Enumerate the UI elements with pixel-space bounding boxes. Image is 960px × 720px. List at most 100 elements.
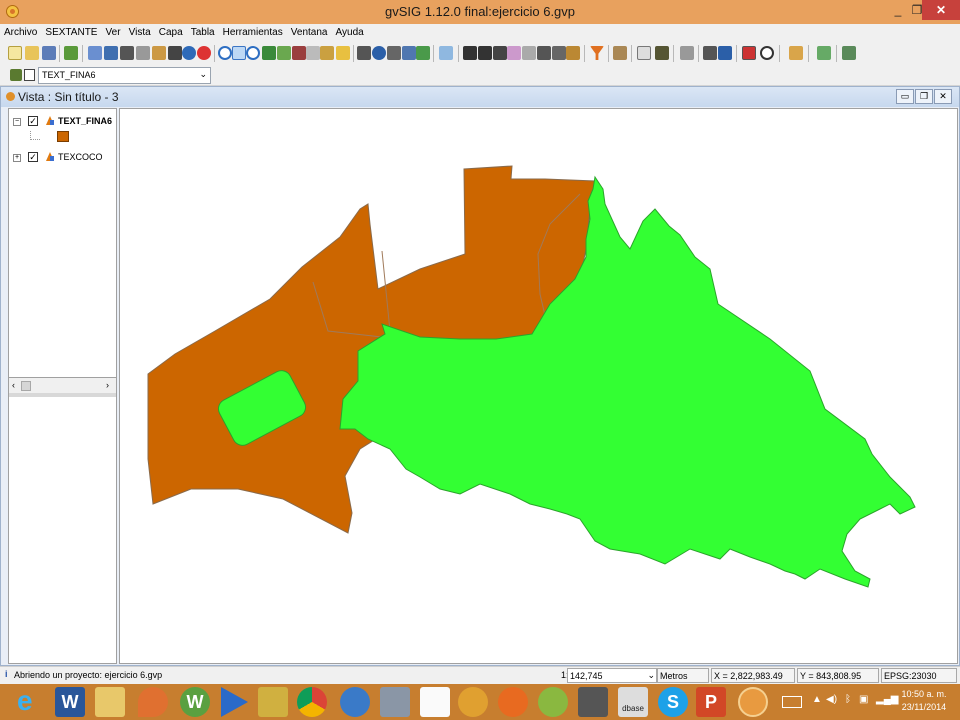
view-restore-button[interactable]: ❐ xyxy=(915,89,933,104)
layer-edit-icon[interactable] xyxy=(10,69,22,81)
magnifier-icon[interactable] xyxy=(760,46,774,60)
menu-sextante[interactable]: SEXTANTE xyxy=(42,24,99,38)
locator-icon[interactable] xyxy=(336,46,350,60)
word-alt-icon[interactable]: W xyxy=(180,687,210,717)
next-extent-icon[interactable] xyxy=(320,46,334,60)
bluetooth-icon[interactable]: ᛒ xyxy=(845,694,851,705)
chevron-down-icon[interactable]: ⌄ xyxy=(647,670,655,681)
menu-ver[interactable]: Ver xyxy=(103,24,123,38)
select-polygon-icon[interactable] xyxy=(493,46,507,60)
scroll-right-icon[interactable]: › xyxy=(106,380,109,390)
toc-splitter[interactable] xyxy=(9,393,116,397)
scale-field[interactable]: 142,745 ⌄ xyxy=(567,668,657,683)
table-icon[interactable] xyxy=(136,46,150,60)
new-file-icon[interactable] xyxy=(8,46,22,60)
clear-selection-icon[interactable] xyxy=(552,46,566,60)
filter-icon[interactable] xyxy=(590,46,604,60)
collapse-icon[interactable]: − xyxy=(13,118,21,126)
previous-extent-icon[interactable] xyxy=(306,46,320,60)
skype-icon[interactable]: S xyxy=(658,687,688,717)
find-icon[interactable] xyxy=(718,46,732,60)
map-canvas[interactable] xyxy=(119,108,958,664)
raster-icon[interactable] xyxy=(742,46,756,60)
layer-visibility-checkbox[interactable]: ✓ xyxy=(28,116,38,126)
menu-tabla[interactable]: Tabla xyxy=(188,24,217,38)
select-rect-icon[interactable] xyxy=(478,46,492,60)
menu-capa[interactable]: Capa xyxy=(156,24,185,38)
sextante-app-icon[interactable] xyxy=(458,687,488,717)
layers-icon[interactable] xyxy=(104,46,118,60)
stop-icon[interactable] xyxy=(197,46,211,60)
help-icon[interactable] xyxy=(182,46,196,60)
zoom-out-icon[interactable] xyxy=(246,46,260,60)
firefox-icon[interactable] xyxy=(498,687,528,717)
maps-icon[interactable] xyxy=(138,687,168,717)
powerpoint-icon[interactable]: P xyxy=(696,687,726,717)
pan-icon[interactable] xyxy=(277,46,291,60)
invert-selection-icon[interactable] xyxy=(537,46,551,60)
toc-horizontal-scrollbar[interactable]: ‹ › xyxy=(9,377,116,393)
search-attrib-icon[interactable] xyxy=(566,46,580,60)
save-icon[interactable] xyxy=(42,46,56,60)
system-clock[interactable]: 10:50 a. m. 23/11/2014 xyxy=(896,688,952,714)
view-close-button[interactable]: ✕ xyxy=(934,89,952,104)
calculator-icon[interactable] xyxy=(380,687,410,717)
zoom-layer-icon[interactable] xyxy=(292,46,306,60)
menu-herramientas[interactable]: Herramientas xyxy=(220,24,285,38)
export-icon[interactable] xyxy=(817,46,831,60)
exit-tool-icon[interactable] xyxy=(842,46,856,60)
sextante-icon[interactable] xyxy=(64,46,78,60)
hyperlink-icon[interactable] xyxy=(402,46,416,60)
select-all-icon[interactable] xyxy=(522,46,536,60)
zoom-box-icon[interactable] xyxy=(232,46,246,60)
full-extent-icon[interactable] xyxy=(262,46,276,60)
dbase-icon[interactable]: dbase xyxy=(618,687,648,717)
grid-icon[interactable] xyxy=(637,46,651,60)
edition-icon[interactable] xyxy=(789,46,803,60)
layer-table-icon[interactable] xyxy=(24,69,35,81)
graphic-icon[interactable] xyxy=(416,46,430,60)
qgis-icon[interactable] xyxy=(538,687,568,717)
add-layer-icon[interactable] xyxy=(88,46,102,60)
menu-ventana[interactable]: Ventana xyxy=(288,24,330,38)
toc-layer-text-fina6[interactable]: − ✓ TEXT_FINA6 xyxy=(9,115,114,129)
gvsig-icon[interactable] xyxy=(738,687,768,717)
print-icon[interactable] xyxy=(168,46,182,60)
keyboard-icon[interactable] xyxy=(782,696,802,708)
scroll-thumb[interactable] xyxy=(21,381,31,391)
menu-archivo[interactable]: Archivo xyxy=(0,24,39,38)
stats-icon[interactable] xyxy=(613,46,627,60)
document-icon[interactable] xyxy=(420,687,450,717)
layer-visibility-checkbox[interactable]: ✓ xyxy=(28,152,38,162)
archive-icon[interactable] xyxy=(258,687,288,717)
menu-vista[interactable]: Vista xyxy=(126,24,153,38)
toc-layer-texcoco[interactable]: + ✓ TEXCOCO xyxy=(9,151,114,165)
zoom-in-icon[interactable] xyxy=(218,46,232,60)
select-layer-icon[interactable] xyxy=(507,46,521,60)
volume-icon[interactable]: ◀) xyxy=(826,694,837,705)
catalog-icon[interactable] xyxy=(120,46,134,60)
scroll-left-icon[interactable]: ‹ xyxy=(12,380,15,390)
view-minimize-button[interactable]: ▭ xyxy=(896,89,914,104)
media-player-icon[interactable] xyxy=(221,687,248,717)
measure-icon[interactable] xyxy=(357,46,371,60)
expand-icon[interactable]: + xyxy=(13,154,21,162)
close-button[interactable]: ✕ xyxy=(922,0,960,20)
microphone-icon[interactable] xyxy=(578,687,608,717)
tray-expand-icon[interactable]: ▲ xyxy=(812,694,822,705)
info-icon[interactable] xyxy=(372,46,386,60)
units-field[interactable]: Metros xyxy=(657,668,709,683)
menu-ayuda[interactable]: Ayuda xyxy=(333,24,366,38)
file-explorer-icon[interactable] xyxy=(95,687,125,717)
select-icon[interactable] xyxy=(463,46,477,60)
georef-icon[interactable] xyxy=(680,46,694,60)
search-app-icon[interactable] xyxy=(340,687,370,717)
word-icon[interactable]: W xyxy=(55,687,85,717)
transform-icon[interactable] xyxy=(655,46,669,60)
open-file-icon[interactable] xyxy=(25,46,39,60)
active-layer-select[interactable]: TEXT_FINA6 ⌄ xyxy=(38,67,211,84)
edit-icon[interactable] xyxy=(152,46,166,60)
chrome-icon[interactable] xyxy=(297,687,327,717)
area-icon[interactable] xyxy=(387,46,401,60)
query-icon[interactable] xyxy=(439,46,453,60)
